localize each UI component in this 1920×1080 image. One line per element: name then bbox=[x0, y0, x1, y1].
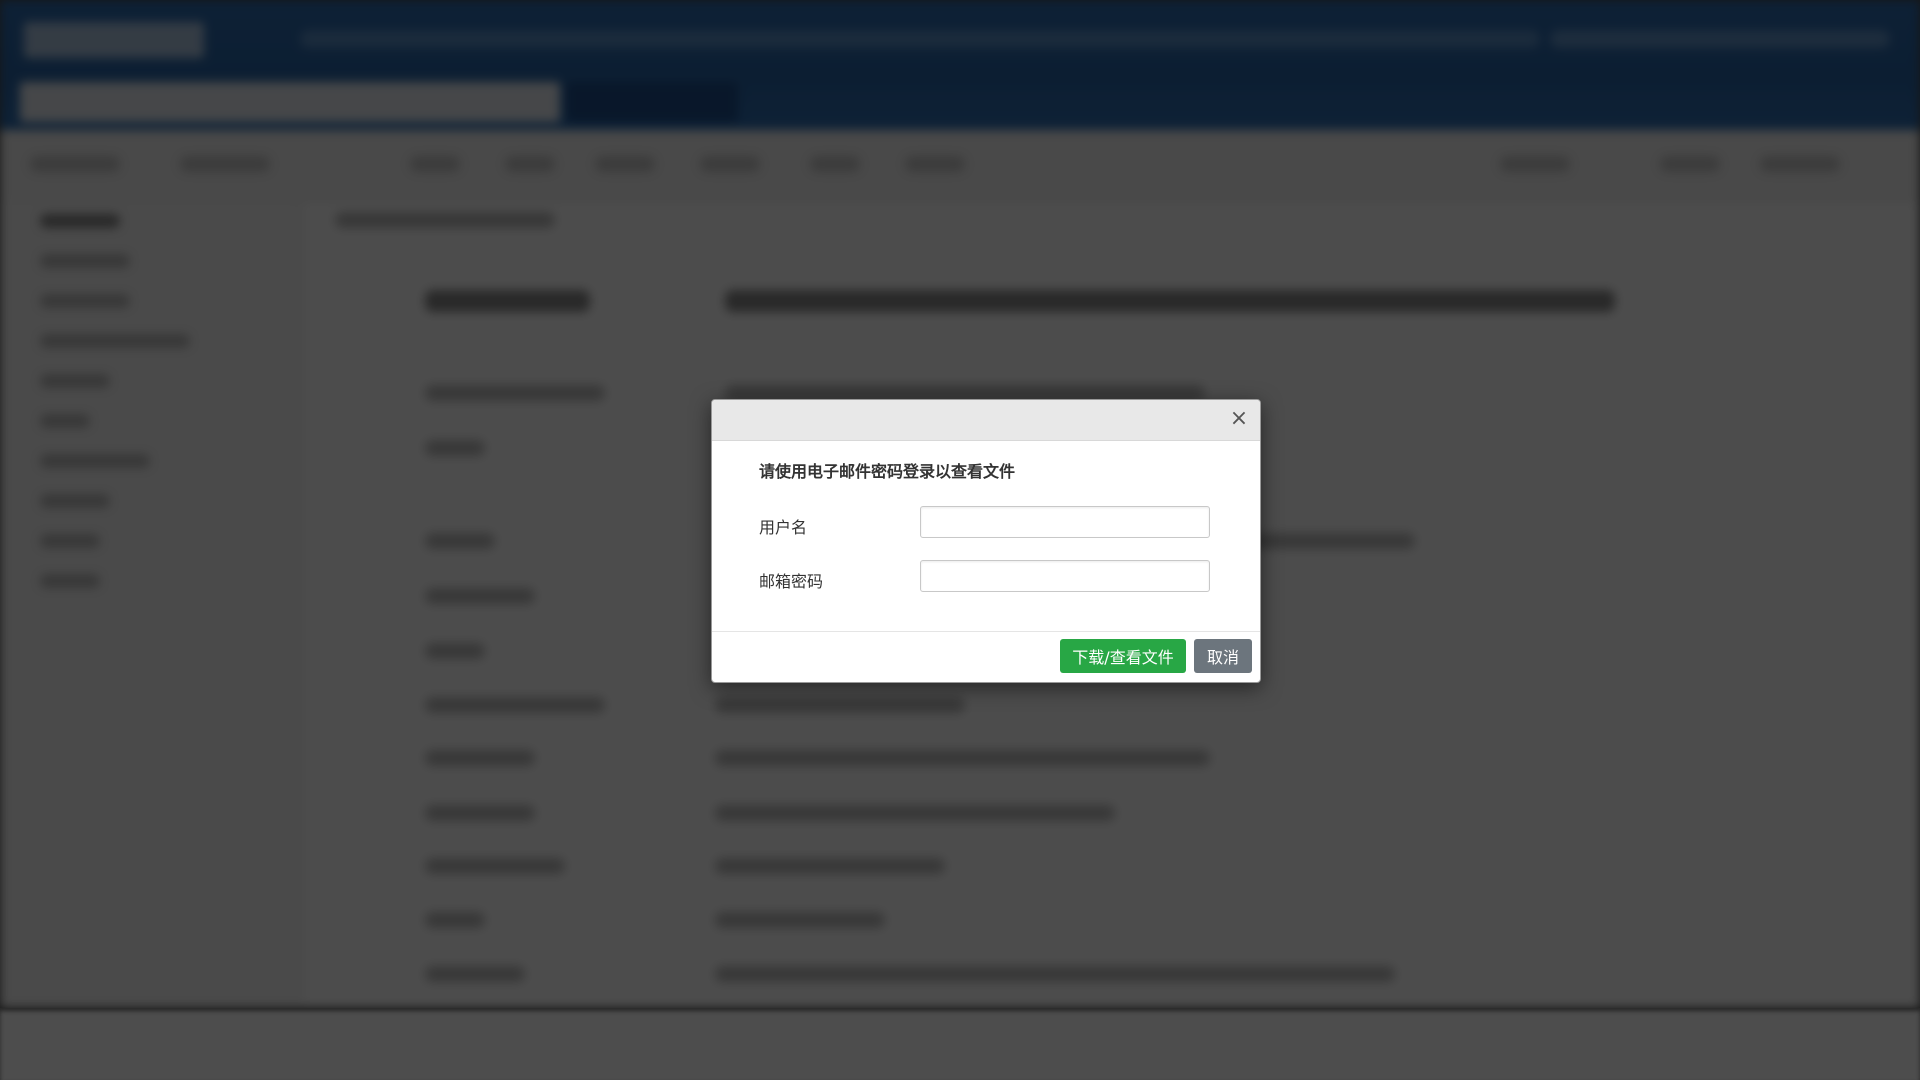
password-input[interactable] bbox=[920, 560, 1210, 592]
cancel-button[interactable]: 取消 bbox=[1194, 639, 1252, 673]
password-label: 邮箱密码 bbox=[759, 572, 824, 591]
username-label: 用户名 bbox=[759, 518, 808, 537]
dialog-body: 请使用电子邮件密码登录以查看文件 用户名 邮箱密码 bbox=[712, 441, 1260, 631]
password-row: 邮箱密码 bbox=[759, 560, 1213, 594]
username-input[interactable] bbox=[920, 506, 1210, 538]
dialog-header: × bbox=[712, 400, 1260, 441]
bottom-bar bbox=[0, 1008, 1920, 1080]
dialog-footer: 下载/查看文件 取消 bbox=[712, 631, 1260, 682]
download-view-file-button[interactable]: 下载/查看文件 bbox=[1060, 639, 1186, 673]
username-row: 用户名 bbox=[759, 506, 1213, 540]
login-dialog: × 请使用电子邮件密码登录以查看文件 用户名 邮箱密码 下载/查看文件 取消 bbox=[711, 399, 1261, 683]
dialog-title: 请使用电子邮件密码登录以查看文件 bbox=[759, 462, 1016, 481]
close-icon[interactable]: × bbox=[1226, 406, 1252, 432]
